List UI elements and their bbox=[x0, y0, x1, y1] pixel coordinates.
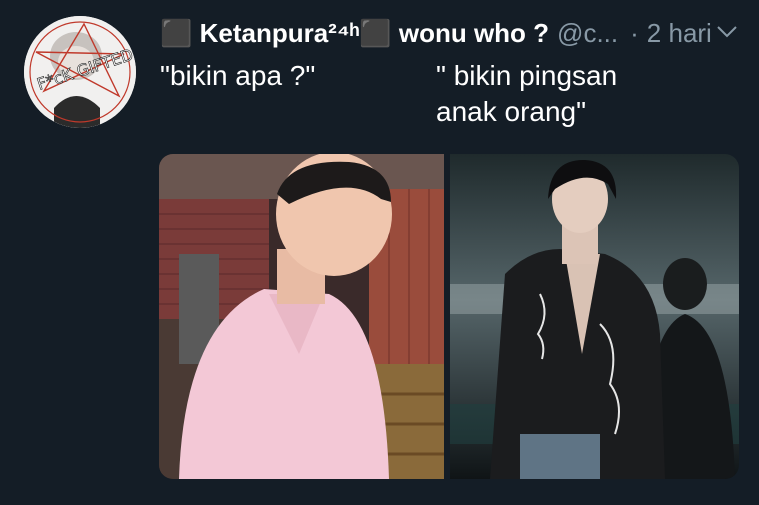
tweet-media[interactable] bbox=[159, 154, 739, 479]
media-image-right[interactable] bbox=[450, 154, 739, 479]
media-image-left[interactable] bbox=[159, 154, 444, 479]
avatar-image: F*cK GIFTED bbox=[24, 16, 136, 128]
timestamp[interactable]: 2 hari bbox=[647, 18, 712, 49]
tweet-text-left: "bikin apa ?" bbox=[160, 60, 316, 91]
chevron-down-icon[interactable] bbox=[715, 20, 739, 46]
separator-dot: · bbox=[630, 17, 639, 48]
user-handle[interactable]: @c... bbox=[557, 18, 618, 49]
avatar[interactable]: F*cK GIFTED bbox=[24, 16, 136, 128]
tweet-text-right: " bikin pingsan anak orang" bbox=[436, 60, 618, 127]
display-name[interactable]: ⬛ Ketanpura²⁴ʰ⬛ wonu who ? bbox=[160, 18, 549, 49]
tweet-header: ⬛ Ketanpura²⁴ʰ⬛ wonu who ? @c... · 2 har… bbox=[160, 16, 739, 50]
